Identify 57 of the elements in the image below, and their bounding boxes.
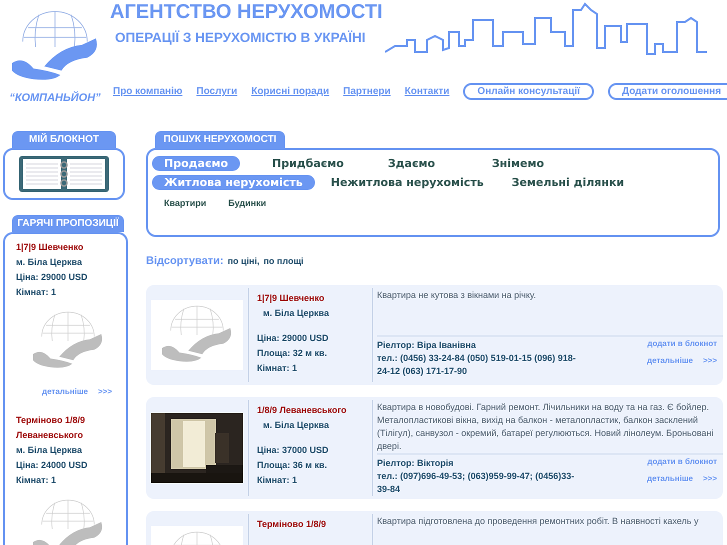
offer-price: Ціна: 24000 USD: [16, 459, 89, 472]
listing-description: Квартира не кутова з вікнами на річку.: [377, 289, 537, 302]
listing-rooms: Кімнат: 1: [257, 362, 298, 375]
header-button[interactable]: Онлайн консультації: [463, 83, 594, 100]
realtor-phone: тел.: (097)696-49-53; (063)959-99-47; (0456)33-39-84: [377, 470, 576, 496]
header-button[interactable]: Додати оголошення: [608, 83, 727, 100]
offer-title[interactable]: Терміново 1/8/9 Леваневського: [16, 413, 126, 443]
listing-title[interactable]: 1/8/9 Леваневського: [257, 403, 372, 418]
details-link[interactable]: детальніше: [647, 356, 693, 365]
details-link[interactable]: детальніше: [647, 474, 693, 483]
site-title: АГЕНТСТВО НЕРУХОМОСТІ: [110, 0, 384, 24]
details-arrows[interactable]: >>>: [702, 356, 717, 365]
listing-area: Площа: 36 м кв.: [257, 458, 372, 473]
sort-link[interactable]: по ціні,: [228, 256, 260, 266]
listing-description: Квартира в новобудові. Гарний ремонт. Лічильники на воду та на газ. Є бойлер. Металопластикові вікна, вихід на балкон - металопластик, балкон засклений (Тілігул), санвузол - окремий, батареї регулюються. Новий лінолеум. Броньовані двері.: [377, 401, 714, 453]
nav-link[interactable]: Корисні поради: [251, 86, 330, 97]
nav-link[interactable]: Послуги: [196, 86, 238, 97]
sort-link[interactable]: по площі: [263, 256, 304, 266]
nav-link[interactable]: Партнери: [343, 86, 391, 97]
nav-link[interactable]: Контакти: [404, 86, 450, 97]
listing-title[interactable]: Терміново 1/8/9: [257, 517, 372, 532]
notebook-icon: [18, 155, 110, 193]
offer-rooms: Кімнат: 1: [16, 474, 58, 487]
listing-title[interactable]: 1|7|9 Шевченко: [257, 291, 372, 306]
deal-tab[interactable]: Здаємо: [376, 156, 460, 171]
listing-price: Ціна: 29000 USD: [257, 332, 330, 345]
listing-rooms: Кімнат: 1: [257, 474, 298, 487]
add-to-notebook-link[interactable]: додати в блокнот: [647, 339, 717, 348]
realtor-name: Ріелтор: Вікторія: [377, 457, 455, 470]
listing-city: м. Біла Церква: [262, 419, 330, 432]
property-type-tab[interactable]: Житлова нерухомість: [152, 175, 315, 190]
realtor-name: Ріелтор: Віра Іванівна: [377, 339, 477, 352]
sort-label: Відсортувати:: [146, 255, 224, 267]
site-subtitle: ОПЕРАЦІЇ З НЕРУХОМІСТЮ В УКРАЇНІ: [115, 30, 366, 45]
details-arrows[interactable]: >>>: [98, 387, 112, 396]
nav-link[interactable]: Про компанію: [113, 86, 182, 97]
listing-city: м. Біла Церква: [262, 307, 330, 320]
details-arrows[interactable]: >>>: [702, 474, 717, 483]
offer-city: м. Біла Церква: [16, 256, 83, 269]
listing-price: Ціна: 37000 USD: [257, 444, 330, 457]
listing-area: Площа: 32 м кв.: [257, 346, 372, 361]
listing-description: Квартира підготовлена до проведення ремонтних робіт. В наявності кахель у: [377, 515, 700, 528]
deal-tab[interactable]: Придбаємо: [260, 156, 356, 171]
property-type-tab[interactable]: Нежитлова нерухомість: [318, 175, 496, 190]
realtor-phone: тел.: (0456) 33-24-84 (050) 519-01-15 (096) 918-24-12 (063) 171-17-90: [377, 352, 577, 378]
subtype-link[interactable]: Квартири: [164, 198, 206, 208]
details-link[interactable]: детальніше: [42, 387, 88, 396]
deal-tab[interactable]: Знімемо: [480, 156, 564, 171]
add-to-notebook-link[interactable]: додати в блокнот: [647, 457, 717, 466]
offer-rooms: Кімнат: 1: [16, 286, 58, 299]
deal-tab[interactable]: Продаємо: [152, 156, 240, 171]
property-type-tab[interactable]: Земельні ділянки: [500, 175, 636, 190]
offer-price: Ціна: 29000 USD: [16, 271, 89, 284]
offer-title[interactable]: 1|7|9 Шевченко: [16, 240, 126, 255]
logo-text: “КОМПАНЬЙОН”: [9, 92, 101, 104]
subtype-link[interactable]: Будинки: [228, 198, 266, 208]
offer-city: м. Біла Церква: [16, 444, 83, 457]
